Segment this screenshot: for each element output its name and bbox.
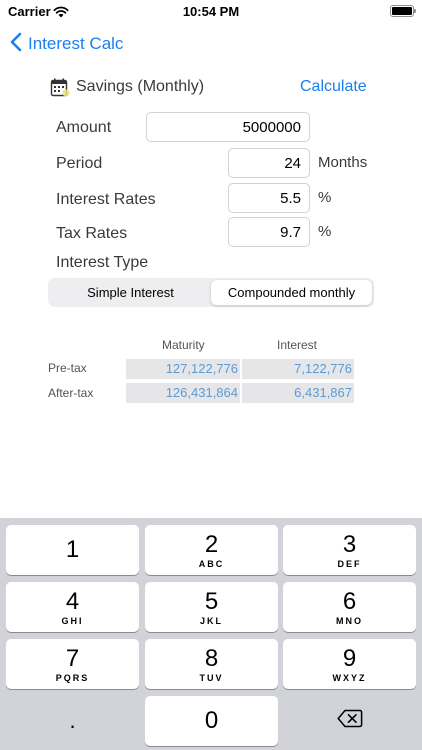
after-tax-interest-value: 6,431,867 <box>242 383 354 403</box>
key-6[interactable]: 6 MNO <box>283 582 416 632</box>
key-0[interactable]: 0 <box>145 696 278 746</box>
form-title: Savings (Monthly) <box>76 78 205 95</box>
after-tax-maturity-value: 126,431,864 <box>126 383 240 403</box>
key-digit: 1 <box>65 536 80 563</box>
tax-rate-unit: % <box>318 223 332 240</box>
chevron-left-icon <box>10 32 22 57</box>
key-7[interactable]: 7 PQRS <box>6 639 139 689</box>
status-bar: Carrier 10:54 PM <box>0 0 422 24</box>
tax-rate-input[interactable] <box>228 217 310 247</box>
pre-tax-row-label: Pre-tax <box>48 361 87 375</box>
period-label: Period <box>56 155 103 172</box>
segment-simple-interest[interactable]: Simple Interest <box>50 280 211 305</box>
key-digit: 0 <box>204 707 219 734</box>
key-letters: ABC <box>198 558 225 569</box>
key-digit: 5 <box>204 587 219 615</box>
key-5[interactable]: 5 JKL <box>145 582 278 632</box>
numeric-keypad: 1 2 ABC 3 DEF 4 GHI 5 JKL 6 MNO 7 PQRS 8… <box>0 518 422 750</box>
interest-column-header: Interest <box>277 338 318 352</box>
key-letters: TUV <box>199 672 224 683</box>
period-input[interactable] <box>228 148 310 178</box>
maturity-column-header: Maturity <box>162 338 205 352</box>
battery-icon <box>390 5 416 17</box>
amount-input[interactable] <box>146 112 310 142</box>
key-digit: 4 <box>65 587 80 615</box>
after-tax-row-label: After-tax <box>48 386 94 400</box>
pre-tax-interest-value: 7,122,776 <box>242 359 354 379</box>
key-4[interactable]: 4 GHI <box>6 582 139 632</box>
backspace-icon <box>336 709 363 733</box>
period-unit: Months <box>318 154 368 171</box>
key-letters: PQRS <box>55 672 90 683</box>
pre-tax-maturity-value: 127,122,776 <box>126 359 240 379</box>
key-decimal[interactable]: . <box>6 696 139 746</box>
key-8[interactable]: 8 TUV <box>145 639 278 689</box>
key-digit: 9 <box>342 644 357 672</box>
key-digit: 2 <box>204 530 219 558</box>
tax-rate-label: Tax Rates <box>56 225 128 242</box>
key-digit: 6 <box>342 587 357 615</box>
delete-key[interactable] <box>283 696 416 746</box>
back-label: Interest Calc <box>28 34 124 53</box>
status-time: 10:54 PM <box>182 4 240 19</box>
interest-rate-input[interactable] <box>228 183 310 213</box>
key-3[interactable]: 3 DEF <box>283 525 416 575</box>
key-9[interactable]: 9 WXYZ <box>283 639 416 689</box>
key-letters: MNO <box>336 615 363 626</box>
key-letters: WXYZ <box>332 672 367 683</box>
key-2[interactable]: 2 ABC <box>145 525 278 575</box>
interest-type-label: Interest Type <box>56 254 149 271</box>
calculate-button[interactable]: Calculate <box>300 78 367 96</box>
interest-rate-unit: % <box>318 189 332 206</box>
amount-label: Amount <box>56 119 112 136</box>
interest-type-segmented-control[interactable]: Simple Interest Compounded monthly <box>48 278 374 307</box>
interest-rate-label: Interest Rates <box>56 191 156 208</box>
calculator-icon <box>50 78 70 98</box>
key-digit: 3 <box>342 530 357 558</box>
segment-compounded-monthly[interactable]: Compounded monthly <box>211 280 372 305</box>
key-digit: 8 <box>204 644 219 672</box>
back-button[interactable]: Interest Calc <box>10 30 123 58</box>
key-letters: JKL <box>199 615 223 626</box>
key-digit: . <box>69 708 76 733</box>
key-letters: DEF <box>337 558 362 569</box>
key-letters: GHI <box>61 615 84 626</box>
key-digit: 7 <box>65 644 80 672</box>
key-1[interactable]: 1 <box>6 525 139 575</box>
